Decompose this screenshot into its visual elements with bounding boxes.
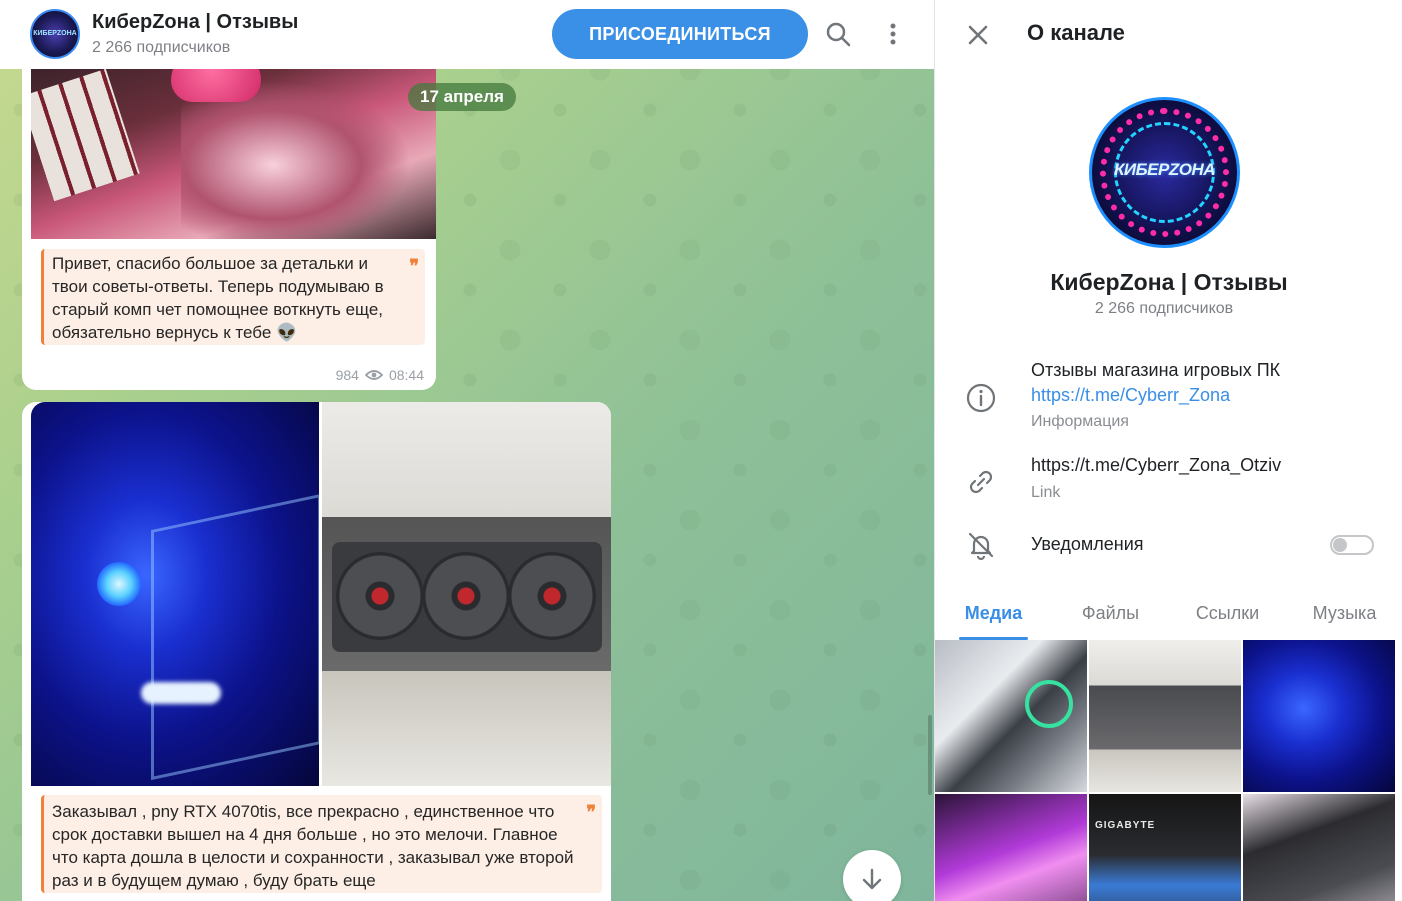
channel-title[interactable]: КиберZона | Отзывы <box>92 11 298 34</box>
close-icon[interactable] <box>963 20 993 50</box>
chat-header: КИБЕРZОНА КиберZона | Отзывы 2 266 подпи… <box>0 0 934 69</box>
review-text: Заказывал , pny RTX 4070tis, все прекрас… <box>52 802 574 890</box>
chat-scrollbar[interactable] <box>928 715 932 795</box>
message-bubble[interactable]: Заказывал , pny RTX 4070tis, все прекрас… <box>22 402 611 901</box>
gpu-fan-detail <box>508 552 596 640</box>
channel-name: КиберZона | Отзывы <box>1050 269 1288 295</box>
channel-description: Отзывы магазина игровых ПК https://t.me/… <box>1031 358 1371 408</box>
message-photo-pc[interactable] <box>31 402 319 786</box>
keyboard-image-detail <box>31 68 140 202</box>
bell-off-icon <box>968 532 994 561</box>
pc-case-glass-detail <box>151 493 319 781</box>
media-grid: GIGABYTE <box>935 640 1395 901</box>
notifications-label: Уведомления <box>1031 534 1144 554</box>
media-thumbnail[interactable]: GIGABYTE <box>1089 794 1241 901</box>
link-caption: Link <box>1031 484 1061 501</box>
media-brand-text: GIGABYTE <box>1095 820 1156 831</box>
tab-music[interactable]: Музыка <box>1286 595 1402 640</box>
description-text: Отзывы магазина игровых ПК <box>1031 360 1281 380</box>
media-thumbnail[interactable] <box>1243 640 1395 792</box>
panel-title: О канале <box>1027 20 1125 45</box>
gpu-fan-detail <box>336 552 424 640</box>
link-icon <box>969 470 993 494</box>
info-row-description[interactable]: Отзывы магазина игровых ПК https://t.me/… <box>935 358 1402 438</box>
toggle-knob <box>1333 538 1347 552</box>
info-caption: Информация <box>1031 413 1129 430</box>
notifications-toggle[interactable] <box>1330 535 1374 555</box>
channel-info-panel: О канале КИБЕРZОНА КиберZона | Отзывы 2 … <box>934 0 1402 901</box>
media-thumbnail[interactable] <box>1089 640 1241 792</box>
media-tabs: Медиа Файлы Ссылки Музыка <box>935 595 1402 640</box>
search-icon[interactable] <box>824 20 852 48</box>
description-link[interactable]: https://t.me/Cyberr_Zona <box>1031 385 1230 405</box>
review-text: Привет, спасибо большое за детальки и тв… <box>52 254 384 342</box>
message-bubble[interactable]: Привет, спасибо большое за детальки и тв… <box>22 40 436 390</box>
more-vertical-icon[interactable] <box>879 20 907 48</box>
quote-icon: ❞ <box>409 256 419 276</box>
message-time: 08:44 <box>388 367 424 383</box>
arrow-down-icon <box>862 868 882 890</box>
media-thumbnail[interactable] <box>1243 794 1395 901</box>
media-thumbnail[interactable] <box>935 640 1087 792</box>
info-row-link[interactable]: https://t.me/Cyberr_Zona_Otziv Link <box>935 453 1402 513</box>
media-thumbnail[interactable] <box>935 794 1087 901</box>
scroll-down-button[interactable] <box>843 850 901 901</box>
tab-media[interactable]: Медиа <box>935 595 1052 640</box>
channel-subscribers: 2 266 подписчиков <box>1094 300 1234 317</box>
channel-avatar-large[interactable]: КИБЕРZОНА <box>1089 97 1240 248</box>
message-photo-gpu[interactable] <box>322 402 611 786</box>
message-photo[interactable] <box>31 40 436 239</box>
message-meta: 984 08:44 <box>336 367 424 383</box>
pc-glow-detail <box>141 682 221 704</box>
avatar-logo-text: КИБЕРZОНА <box>1113 160 1216 179</box>
mousepad-art-detail <box>181 80 411 239</box>
tab-links[interactable]: Ссылки <box>1169 595 1286 640</box>
channel-avatar-text: КИБЕРZОНА <box>33 30 77 37</box>
channel-link[interactable]: https://t.me/Cyberr_Zona_Otziv <box>1031 453 1371 478</box>
review-quote: Привет, спасибо большое за детальки и тв… <box>41 249 425 345</box>
info-icon <box>966 383 996 413</box>
quote-icon: ❞ <box>586 802 596 822</box>
channel-subscribers: 2 266 подписчиков <box>92 39 231 56</box>
review-quote: Заказывал , pny RTX 4070tis, все прекрас… <box>41 795 602 893</box>
tab-files[interactable]: Файлы <box>1052 595 1169 640</box>
chat-area: КИБЕРZОНА КиберZона | Отзывы 2 266 подпи… <box>0 0 934 901</box>
date-separator: 17 апреля <box>408 83 516 111</box>
gpu-fan-detail <box>422 552 510 640</box>
view-count: 984 <box>335 367 359 383</box>
join-button[interactable]: ПРИСОЕДИНИТЬСЯ <box>552 9 808 59</box>
channel-avatar[interactable]: КИБЕРZОНА <box>30 9 80 59</box>
eye-icon <box>364 370 383 380</box>
pc-fan-detail <box>97 562 141 606</box>
